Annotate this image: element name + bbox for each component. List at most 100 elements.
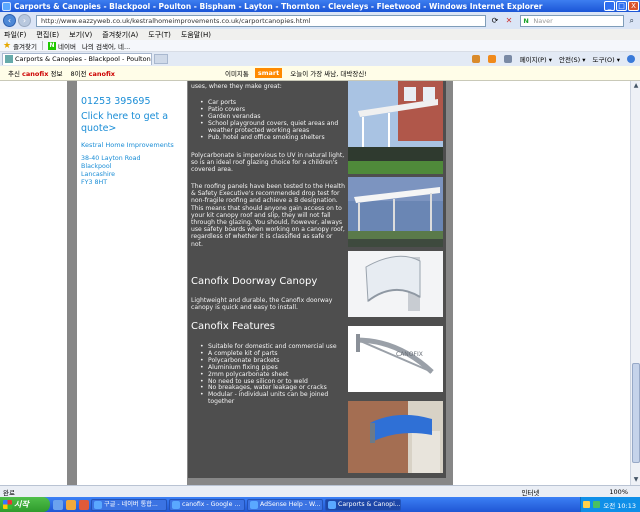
system-tray: 오전 10:13 — [580, 497, 640, 512]
naver-icon: N — [523, 16, 529, 25]
tray-icon[interactable] — [583, 501, 591, 508]
smart-badge[interactable]: smart — [254, 68, 283, 78]
star-icon: ★ — [3, 40, 12, 51]
tab-bar: Carports & Canopies - Blackpool - Poulto… — [0, 52, 640, 66]
ie-icon — [328, 500, 336, 509]
quicklaunch-media-icon[interactable] — [79, 499, 89, 510]
search-placeholder: Naver — [533, 16, 553, 25]
doorway-text: Lightweight and durable, the Canofix doo… — [191, 297, 333, 312]
safety-paragraph: The roofing panels have been tested to t… — [191, 183, 345, 248]
sidebar: 01253 395695 Click here to get a quote> … — [77, 81, 187, 485]
new-tab-button[interactable] — [154, 54, 168, 64]
window-title: Carports & Canopies - Blackpool - Poulto… — [14, 1, 543, 11]
start-label: 시작 — [14, 500, 29, 509]
close-button[interactable]: X — [628, 1, 639, 11]
intro-text: uses, where they make great: — [191, 83, 282, 90]
quote-link[interactable]: Click here to get a quote> — [81, 111, 185, 135]
company-name: Kestral Home Improvements — [81, 141, 174, 149]
ie-icon — [94, 500, 102, 509]
toolbar-link-prev[interactable]: 8이전 canofix — [70, 68, 115, 78]
status-bar: 완료 인터넷 100% — [0, 485, 640, 497]
address-block: 38-40 Layton Road Blackpool Lancashire F… — [81, 155, 141, 187]
vertical-scrollbar[interactable]: ▲ ▼ — [630, 81, 640, 485]
menu-help[interactable]: 도움말(H) — [181, 30, 211, 40]
page-viewport: 01253 395695 Click here to get a quote> … — [0, 81, 630, 485]
image-column: CANOFIX — [346, 81, 446, 478]
blue-canopy-photo — [348, 401, 443, 473]
ie-icon — [172, 500, 180, 509]
feeds-icon[interactable] — [487, 55, 497, 63]
address-line: Blackpool — [81, 163, 112, 170]
maximize-button[interactable]: □ — [616, 1, 627, 11]
scrollbar-thumb[interactable] — [632, 363, 640, 463]
taskbar-item-google[interactable]: canofix - Google ... — [169, 498, 245, 511]
scroll-down-icon[interactable]: ▼ — [632, 476, 640, 484]
address-line: FY3 8HT — [81, 179, 108, 186]
taskbar: 시작 구글 - 네이버 통합... canofix - Google ... A… — [0, 497, 640, 512]
tools-menu[interactable]: 도구(O) ▾ — [593, 54, 621, 64]
toolbar-strip: 추신 canofix 정보 8이전 canofix 이미지통 smart 오늘이… — [0, 66, 640, 81]
ie-icon — [250, 500, 258, 509]
favorite-link-search[interactable]: 나의 검색어, 네... — [82, 41, 130, 51]
menu-bar: 파일(F) 편집(E) 보기(V) 즐겨찾기(A) 도구(T) 도움말(H) — [0, 29, 640, 40]
menu-favorites[interactable]: 즐겨찾기(A) — [102, 30, 138, 40]
ie-icon — [2, 1, 11, 11]
toolbar-link-deal[interactable]: 오늘이 가장 싸남, 대박장신! — [290, 68, 367, 78]
tab-carports[interactable]: Carports & Canopies - Blackpool - Poulto… — [2, 53, 152, 65]
stop-icon[interactable]: ✕ — [503, 15, 514, 26]
favorite-link-naver[interactable]: 네이버 — [58, 41, 76, 51]
features-list: Suitable for domestic and commercial use… — [198, 343, 344, 406]
menu-edit[interactable]: 편집(E) — [36, 30, 59, 40]
taskbar-item-naver[interactable]: 구글 - 네이버 통합... — [91, 498, 167, 511]
refresh-icon[interactable]: ⟳ — [489, 15, 500, 26]
list-item: School playground covers, quiet areas an… — [198, 120, 344, 135]
divider — [42, 41, 43, 50]
forward-button[interactable]: › — [18, 14, 31, 27]
search-input[interactable]: N Naver — [520, 14, 625, 27]
doorway-canopy-photo — [348, 251, 443, 317]
quicklaunch-folder-icon[interactable] — [66, 499, 76, 510]
windows-logo-icon — [3, 500, 12, 509]
canopy-photo-house — [348, 81, 443, 174]
start-button[interactable]: 시작 — [0, 497, 50, 512]
tray-icon[interactable] — [593, 501, 601, 508]
address-line: 38-40 Layton Road — [81, 155, 141, 162]
favorites-button[interactable]: 즐겨찾기 — [13, 41, 37, 51]
uv-paragraph: Polycarbonate is impervious to UV in nat… — [191, 152, 345, 174]
features-heading: Canofix Features — [191, 321, 275, 332]
page-menu[interactable]: 페이지(P) ▾ — [520, 54, 552, 64]
bracket-photo: CANOFIX — [348, 326, 443, 392]
list-item: Pub, hotel and office smoking shelters — [198, 134, 344, 142]
address-bar: ‹ › http://www.eazzyweb.co.uk/kestralhom… — [0, 12, 640, 29]
taskbar-item-carports[interactable]: Carports & Canopi... — [325, 498, 401, 511]
menu-view[interactable]: 보기(V) — [69, 30, 92, 40]
status-text: 완료 — [3, 488, 15, 497]
back-button[interactable]: ‹ — [3, 14, 16, 27]
url-input[interactable]: http://www.eazzyweb.co.uk/kestralhomeimp… — [36, 14, 487, 27]
taskbar-item-adsense[interactable]: AdSense Help - W... — [247, 498, 323, 511]
title-bar: Carports & Canopies - Blackpool - Poulto… — [0, 0, 640, 12]
toolbar-link-image[interactable]: 이미지통 — [225, 68, 249, 78]
page-icon — [5, 55, 13, 63]
home-icon[interactable] — [471, 55, 481, 63]
scroll-up-icon[interactable]: ▲ — [632, 82, 640, 90]
menu-file[interactable]: 파일(F) — [4, 30, 26, 40]
toolbar-link-info[interactable]: 추신 canofix 정보 — [8, 68, 62, 78]
naver-icon: N — [48, 41, 56, 50]
tab-label: Carports & Canopies - Blackpool - Poulto… — [15, 55, 152, 63]
menu-tools[interactable]: 도구(T) — [148, 30, 171, 40]
clock: 오전 10:13 — [603, 501, 636, 510]
doorway-heading: Canofix Doorway Canopy — [191, 276, 318, 287]
phone-number: 01253 395695 — [81, 96, 151, 107]
zoom-level[interactable]: 100% — [609, 488, 628, 496]
address-line: Lancashire — [81, 171, 116, 178]
main-content: uses, where they make great: Car ports P… — [188, 81, 346, 478]
uses-list: Car ports Patio covers Garden verandas S… — [198, 99, 344, 142]
help-icon[interactable] — [627, 55, 636, 63]
print-icon[interactable] — [503, 55, 513, 63]
safety-menu[interactable]: 안전(S) ▾ — [559, 54, 586, 64]
search-icon[interactable]: ⌕ — [626, 15, 637, 26]
favorites-bar: ★ 즐겨찾기 N 네이버 나의 검색어, 네... — [0, 40, 640, 52]
minimize-button[interactable]: _ — [604, 1, 615, 11]
quicklaunch-ie-icon[interactable] — [53, 499, 63, 510]
